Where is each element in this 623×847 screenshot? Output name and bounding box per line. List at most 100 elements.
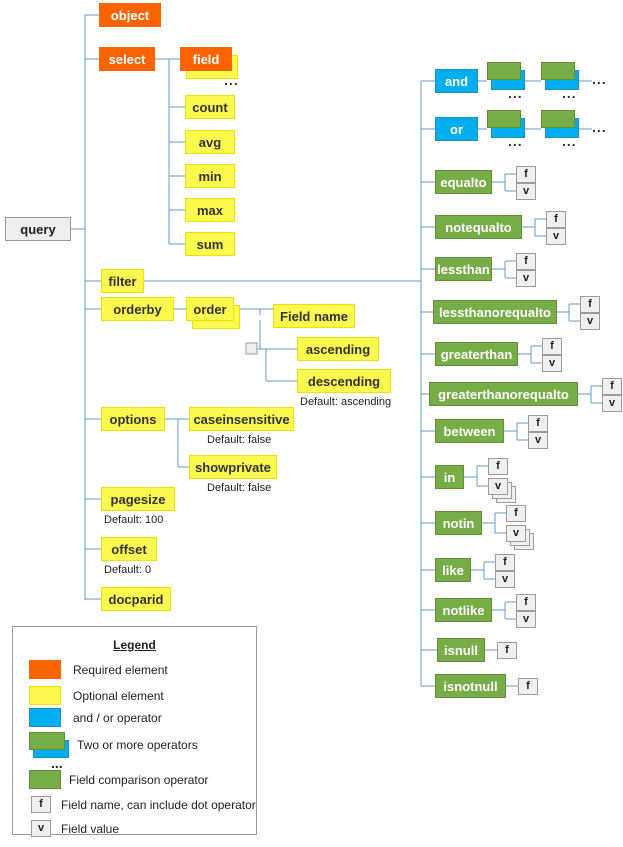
or-operand-2-ellipsis-icon: ... (562, 133, 577, 149)
node-label: and (444, 73, 469, 89)
legend-label-chip-field: Field name, can include dot operator (61, 798, 256, 812)
chip-field-greaterthanorequalto[interactable]: f (602, 378, 622, 395)
node-options[interactable]: options (101, 407, 165, 431)
chip-value-notin[interactable]: v (506, 525, 526, 542)
node-label: sum (196, 236, 224, 252)
node-greaterthanorequalto[interactable]: greaterthanorequalto (429, 382, 578, 406)
node-orderby[interactable]: orderby (101, 297, 174, 321)
node-order[interactable]: order (186, 297, 234, 321)
node-in[interactable]: in (435, 465, 464, 489)
chip-value-lessthanorequalto[interactable]: v (580, 313, 600, 330)
node-label: showprivate (195, 459, 271, 475)
field-ellipsis-icon: ... (224, 72, 239, 88)
node-avg[interactable]: avg (185, 130, 235, 154)
node-label: pagesize (110, 491, 166, 507)
node-isnull[interactable]: isnull (437, 638, 485, 662)
chip-field-lessthanorequalto[interactable]: f (580, 296, 600, 313)
node-like[interactable]: like (435, 558, 471, 582)
node-between[interactable]: between (435, 419, 504, 443)
node-field-name[interactable]: Field name (273, 304, 355, 328)
chip-field-notin[interactable]: f (506, 505, 526, 522)
node-label: object (110, 7, 150, 23)
node-label: equalto (440, 174, 487, 190)
legend-label-required: Required element (73, 663, 168, 677)
or-row-ellipsis-icon: ... (592, 119, 607, 135)
node-equalto[interactable]: equalto (435, 170, 492, 194)
node-label: notlike (442, 602, 485, 618)
chip-field-notlike[interactable]: f (516, 594, 536, 611)
node-label: offset (111, 541, 147, 557)
and-row-ellipsis-icon: ... (592, 71, 607, 87)
node-label: greaterthanorequalto (438, 386, 569, 402)
node-lessthanorequalto[interactable]: lessthanorequalto (433, 300, 557, 324)
node-label: ascending (305, 341, 371, 357)
chip-field-isnull[interactable]: f (497, 642, 517, 659)
chip-value-notlike[interactable]: v (516, 611, 536, 628)
node-object[interactable]: object (99, 3, 161, 27)
and-operand-2-green (541, 62, 575, 80)
node-or[interactable]: or (435, 117, 478, 141)
note-showprivate-default: Default: false (207, 482, 272, 494)
node-descending[interactable]: descending (297, 369, 391, 393)
node-select[interactable]: select (99, 47, 155, 71)
node-showprivate[interactable]: showprivate (189, 455, 277, 479)
node-offset[interactable]: offset (101, 537, 157, 561)
chip-field-between[interactable]: f (528, 415, 548, 432)
node-notequalto[interactable]: notequalto (435, 215, 522, 239)
node-label: query (20, 221, 56, 237)
node-min[interactable]: min (185, 164, 235, 188)
node-notin[interactable]: notin (435, 511, 482, 535)
node-notlike[interactable]: notlike (435, 598, 492, 622)
legend-two-or-more-ellipsis-icon: ... (51, 755, 63, 771)
node-label: notequalto (445, 219, 512, 235)
node-label: isnotnull (443, 678, 498, 694)
chip-field-like[interactable]: f (495, 554, 515, 571)
or-operand-1-green (487, 110, 521, 128)
node-max[interactable]: max (185, 198, 235, 222)
node-query[interactable]: query (5, 217, 71, 241)
legend-swatch-required (29, 660, 61, 679)
node-label: orderby (113, 301, 162, 317)
node-ascending[interactable]: ascending (297, 337, 379, 361)
chip-value-equalto[interactable]: v (516, 183, 536, 200)
node-caseinsensitive[interactable]: caseinsensitive (189, 407, 294, 431)
node-count[interactable]: count (185, 95, 235, 119)
legend-swatch-andor (29, 708, 61, 727)
chip-field-lessthan[interactable]: f (516, 253, 536, 270)
chip-value-like[interactable]: v (495, 571, 515, 588)
node-pagesize[interactable]: pagesize (101, 487, 175, 511)
legend-title: Legend (113, 638, 156, 652)
node-field[interactable]: field (180, 47, 232, 71)
chip-field-equalto[interactable]: f (516, 166, 536, 183)
chip-field-greaterthan[interactable]: f (542, 338, 562, 355)
node-label: filter (108, 273, 137, 289)
chip-value-greaterthan[interactable]: v (542, 355, 562, 372)
node-label: order (193, 301, 227, 317)
node-sum[interactable]: sum (185, 232, 235, 256)
chip-value-between[interactable]: v (528, 432, 548, 449)
node-label: lessthan (437, 261, 490, 277)
legend-label-compare: Field comparison operator (69, 773, 209, 787)
and-operand-1-ellipsis-icon: ... (508, 85, 523, 101)
schema-diagram: query object select filter orderby optio… (0, 0, 623, 847)
node-isnotnull[interactable]: isnotnull (435, 674, 506, 698)
chip-value-in[interactable]: v (488, 478, 508, 495)
node-greaterthan[interactable]: greaterthan (435, 342, 518, 366)
chip-field-in[interactable]: f (488, 458, 508, 475)
chip-field-notequalto[interactable]: f (546, 211, 566, 228)
node-lessthan[interactable]: lessthan (435, 257, 492, 281)
and-operand-2-ellipsis-icon: ... (562, 85, 577, 101)
node-docparid[interactable]: docparid (101, 587, 171, 611)
legend-swatch-chip-value: v (31, 820, 51, 837)
node-label: field (192, 51, 220, 67)
chip-field-isnotnull[interactable]: f (518, 678, 538, 695)
chip-value-notequalto[interactable]: v (546, 228, 566, 245)
node-filter[interactable]: filter (101, 269, 144, 293)
node-and[interactable]: and (435, 69, 478, 93)
node-label: or (450, 121, 463, 137)
node-label: Field name (280, 308, 348, 324)
chip-value-greaterthanorequalto[interactable]: v (602, 395, 622, 412)
legend-swatch-optional (29, 686, 61, 705)
legend-label-andor: and / or operator (73, 711, 162, 725)
chip-value-lessthan[interactable]: v (516, 270, 536, 287)
